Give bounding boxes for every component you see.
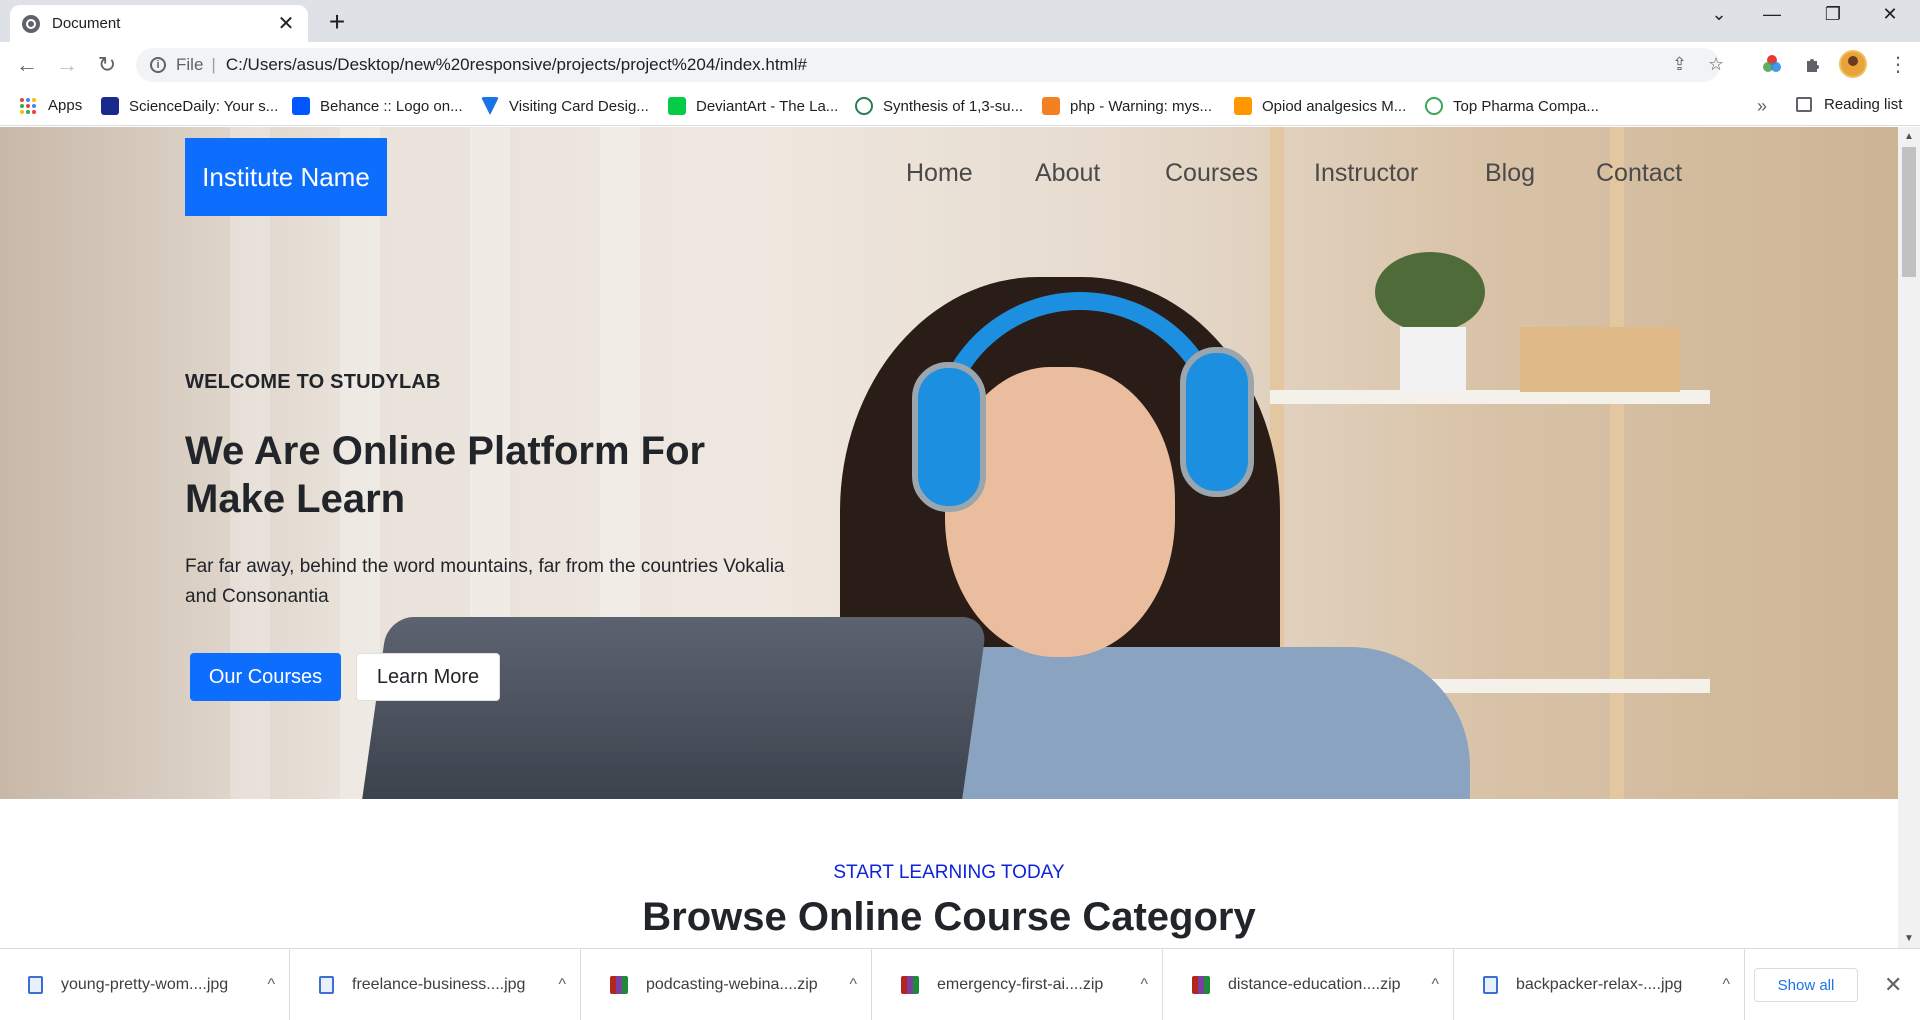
reading-list-icon <box>1796 97 1812 112</box>
chevron-up-icon[interactable]: ^ <box>849 976 857 994</box>
close-window-button[interactable]: ✕ <box>1870 4 1910 25</box>
bookmark-php-warning[interactable]: php - Warning: mys... <box>1042 97 1212 115</box>
color-extension-icon[interactable] <box>1762 54 1782 79</box>
nav-home[interactable]: Home <box>906 159 973 188</box>
download-item[interactable]: freelance-business....jpg ^ <box>291 949 581 1020</box>
bookmarks-overflow-icon[interactable]: » <box>1757 96 1767 117</box>
deviantart-icon <box>668 97 686 115</box>
minimize-button[interactable]: — <box>1752 4 1792 25</box>
image-file-icon <box>1483 976 1498 994</box>
learn-more-button[interactable]: Learn More <box>356 653 500 701</box>
bookmark-synthesis[interactable]: Synthesis of 1,3-su... <box>855 97 1023 115</box>
address-scheme: File <box>176 55 204 74</box>
headphone-left-cup <box>912 362 986 512</box>
back-button[interactable]: ← <box>14 52 40 78</box>
bookmark-opiod[interactable]: Opiod analgesics M... <box>1234 97 1406 115</box>
nav-contact[interactable]: Contact <box>1596 159 1682 188</box>
clover-icon <box>1425 97 1443 115</box>
menu-kebab-icon[interactable]: ⋮ <box>1888 52 1908 77</box>
tab-search-icon[interactable]: ⌄ <box>1699 4 1739 25</box>
tab-document[interactable]: Document ✕ <box>10 5 308 42</box>
bookmark-visiting-card[interactable]: Visiting Card Desig... <box>481 97 649 115</box>
nav-blog[interactable]: Blog <box>1485 159 1535 188</box>
nav-courses[interactable]: Courses <box>1165 159 1258 188</box>
bookmark-top-pharma[interactable]: Top Pharma Compa... <box>1425 97 1599 115</box>
forward-button[interactable]: → <box>54 52 80 78</box>
stackoverflow-icon <box>1042 97 1060 115</box>
laptop <box>362 617 988 799</box>
download-shelf: young-pretty-wom....jpg ^ freelance-busi… <box>0 948 1920 1020</box>
behance-icon <box>292 97 310 115</box>
address-bar[interactable]: i File | C:/Users/asus/Desktop/new%20res… <box>136 48 1724 82</box>
bookmark-sciencedaily[interactable]: ScienceDaily: Your s... <box>101 97 278 115</box>
plant-pot <box>1400 327 1466 392</box>
browser-toolbar: ← → ↻ i File | C:/Users/asus/Desktop/new… <box>0 42 1920 88</box>
download-item[interactable]: young-pretty-wom....jpg ^ <box>0 949 290 1020</box>
hero-eyebrow: WELCOME TO STUDYLAB <box>185 371 441 393</box>
bookmark-deviantart[interactable]: DeviantArt - The La... <box>668 97 838 115</box>
nav-instructor[interactable]: Instructor <box>1314 159 1418 188</box>
scroll-up-icon[interactable]: ▲ <box>1904 131 1914 142</box>
shelf-board <box>1270 390 1710 404</box>
hero-banner: Institute Name Home About Courses Instru… <box>0 127 1898 799</box>
new-tab-button[interactable]: + <box>322 6 352 38</box>
chevron-up-icon[interactable]: ^ <box>558 976 566 994</box>
download-item[interactable]: emergency-first-ai....zip ^ <box>873 949 1163 1020</box>
globe-icon <box>22 14 40 33</box>
chevron-up-icon[interactable]: ^ <box>1722 976 1730 994</box>
address-url[interactable]: C:/Users/asus/Desktop/new%20responsive/p… <box>226 55 807 75</box>
address-separator: | <box>211 55 216 74</box>
bookmark-star-icon[interactable]: ☆ <box>1708 54 1724 75</box>
scroll-down-icon[interactable]: ▼ <box>1904 933 1914 944</box>
page-scrollbar[interactable]: ▲ ▼ <box>1898 127 1920 948</box>
share-icon[interactable]: ⇪ <box>1672 54 1687 75</box>
chevron-up-icon[interactable]: ^ <box>1140 976 1148 994</box>
download-item[interactable]: distance-education....zip ^ <box>1164 949 1454 1020</box>
scrollbar-thumb[interactable] <box>1902 147 1916 277</box>
reload-button[interactable]: ↻ <box>94 52 120 78</box>
bookmark-apps[interactable]: Apps <box>20 97 82 114</box>
wooden-crate <box>1520 327 1680 392</box>
headphone-right-cup <box>1180 347 1254 497</box>
extensions-puzzle-icon[interactable] <box>1803 54 1823 79</box>
close-download-shelf-icon[interactable]: ✕ <box>1884 972 1902 998</box>
zip-file-icon <box>1192 976 1210 994</box>
plant-leaves <box>1375 252 1485 332</box>
restore-button[interactable]: ❐ <box>1813 4 1853 25</box>
page-viewport: Institute Name Home About Courses Instru… <box>0 127 1898 948</box>
shelf-post <box>1610 127 1624 799</box>
hero-heading: We Are Online Platform For Make Learn <box>185 429 706 521</box>
bookmark-behance[interactable]: Behance :: Logo on... <box>292 97 463 115</box>
brand-logo[interactable]: Institute Name <box>185 138 387 216</box>
sciencedaily-icon <box>101 97 119 115</box>
tab-strip: Document ✕ + ⌄ — ❐ ✕ <box>0 0 1920 42</box>
chevron-up-icon[interactable]: ^ <box>1431 976 1439 994</box>
nav-about[interactable]: About <box>1035 159 1100 188</box>
show-all-downloads-button[interactable]: Show all <box>1754 968 1858 1002</box>
download-item[interactable]: backpacker-relax-....jpg ^ <box>1455 949 1745 1020</box>
tab-title: Document <box>52 15 121 32</box>
chevron-up-icon[interactable]: ^ <box>267 976 275 994</box>
vector-icon <box>481 97 499 115</box>
info-icon[interactable]: i <box>150 57 166 73</box>
profile-avatar[interactable] <box>1839 50 1867 78</box>
our-courses-button[interactable]: Our Courses <box>190 653 341 701</box>
tab-close-icon[interactable]: ✕ <box>276 11 296 36</box>
shield-icon <box>1234 97 1252 115</box>
zip-file-icon <box>901 976 919 994</box>
bookmarks-bar: Apps ScienceDaily: Your s... Behance :: … <box>0 88 1920 126</box>
section-heading: Browse Online Course Category <box>642 895 1256 939</box>
section-eyebrow: START LEARNING TODAY <box>833 862 1065 883</box>
reading-list-button[interactable]: Reading list <box>1796 96 1902 113</box>
apps-grid-icon <box>20 97 36 114</box>
hero-lede: Far far away, behind the word mountains,… <box>185 556 785 607</box>
image-file-icon <box>28 976 43 994</box>
image-file-icon <box>319 976 334 994</box>
download-item[interactable]: podcasting-webina....zip ^ <box>582 949 872 1020</box>
journal-icon <box>855 97 873 115</box>
zip-file-icon <box>610 976 628 994</box>
